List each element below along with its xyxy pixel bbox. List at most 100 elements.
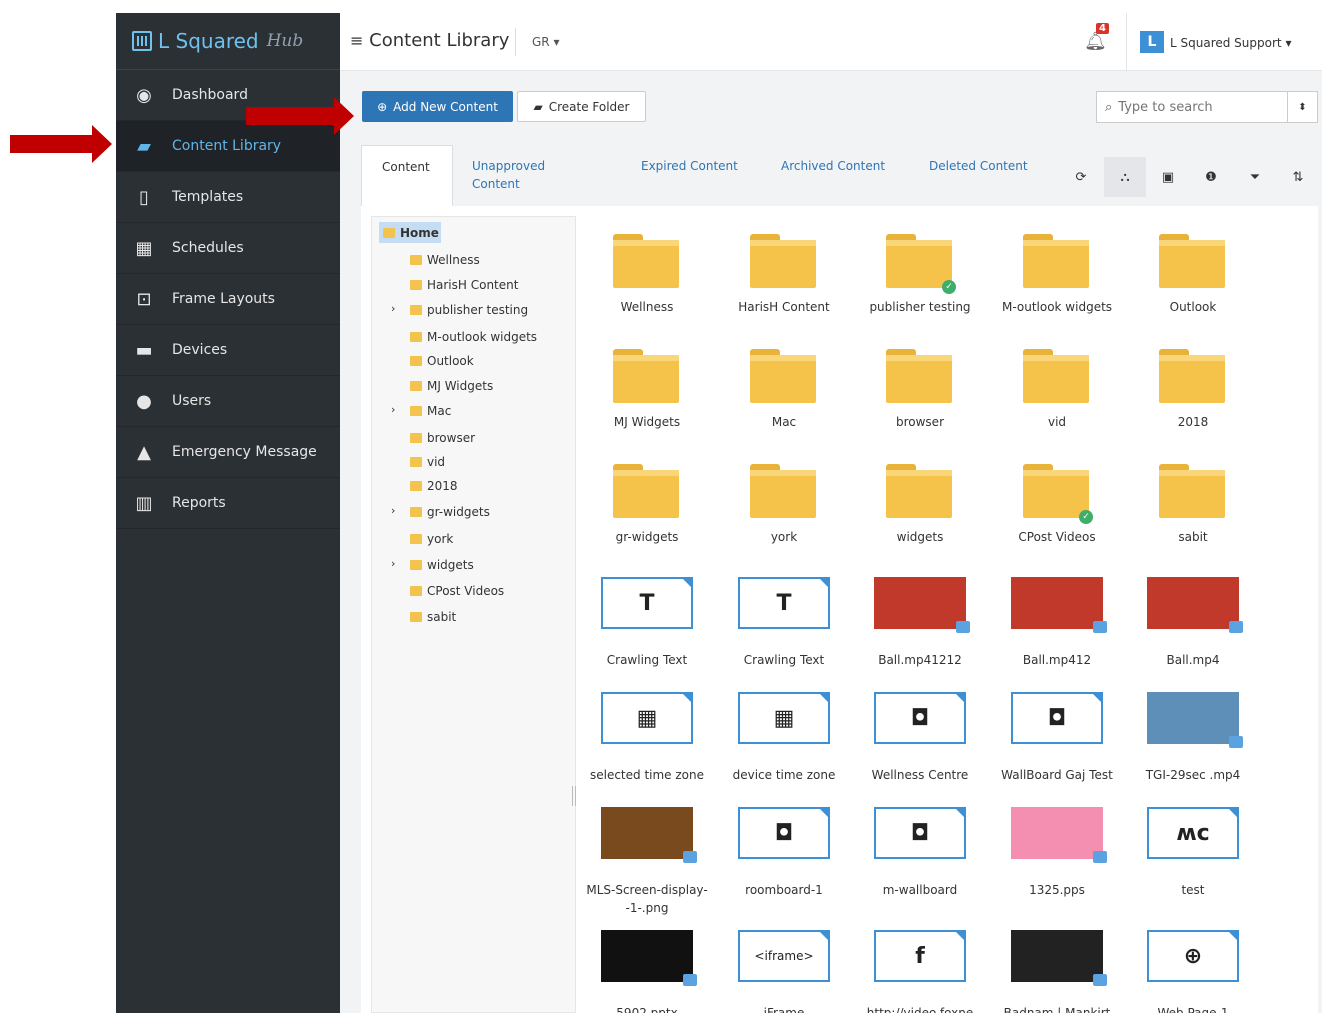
tree-item[interactable]: M-outlook widgets <box>410 328 537 346</box>
tree-item[interactable]: MJ Widgets <box>410 377 493 395</box>
folder-icon <box>410 560 422 570</box>
sort-icon[interactable]: ⇅ <box>1277 157 1319 197</box>
chevron-right-icon[interactable]: › <box>391 403 395 416</box>
folder-tile[interactable]: york <box>716 454 852 564</box>
sidebar-item-content-library[interactable]: ▰ Content Library <box>116 121 340 172</box>
content-tile[interactable]: MLS-Screen-display--1-.png <box>579 807 715 917</box>
image-icon[interactable]: ▣ <box>1147 157 1189 197</box>
folder-tile[interactable]: Mac <box>716 339 852 449</box>
widget-thumbnail: ◘ <box>1011 692 1103 744</box>
refresh-icon[interactable]: ⟳ <box>1060 157 1102 197</box>
folder-tile[interactable]: gr-widgets <box>579 454 715 564</box>
content-tile[interactable]: ▦ selected time zone <box>579 692 715 802</box>
info-icon[interactable]: ❶ <box>1190 157 1232 197</box>
folder-tile[interactable]: widgets <box>852 454 988 564</box>
tree-item[interactable]: HarisH Content <box>410 276 518 294</box>
sidebar-item-schedules[interactable]: ▦ Schedules <box>116 223 340 274</box>
sidebar-item-emergency-message[interactable]: ▲ Emergency Message <box>116 427 340 478</box>
content-tile[interactable]: Ball.mp4 <box>1125 577 1261 687</box>
folder-icon <box>410 507 422 517</box>
tree-item[interactable]: CPost Videos <box>410 582 504 600</box>
content-tile[interactable]: ◘ m-wallboard <box>852 807 988 917</box>
content-tile[interactable]: Ball.mp41212 <box>852 577 988 687</box>
folder-tile[interactable]: ✓ publisher testing <box>852 224 988 334</box>
tab-archived-content[interactable]: Archived Content <box>781 145 901 206</box>
search-box: ⌕ <box>1096 91 1288 123</box>
media-type-badge-icon <box>683 851 697 863</box>
tree-item[interactable]: widgets <box>410 556 474 574</box>
folder-tile[interactable]: sabit <box>1125 454 1261 564</box>
tree-item[interactable]: vid <box>410 453 445 471</box>
folder-tile[interactable]: browser <box>852 339 988 449</box>
sidebar-item-templates[interactable]: ▯ Templates <box>116 172 340 223</box>
search-input[interactable] <box>1118 99 1269 115</box>
folder-tile[interactable]: Outlook <box>1125 224 1261 334</box>
brand-logo-area[interactable]: L Squared Hub <box>116 13 340 70</box>
tab-content[interactable]: Content <box>361 145 453 206</box>
tree-item[interactable]: browser <box>410 429 475 447</box>
tab-deleted-content[interactable]: Deleted Content <box>929 145 1049 206</box>
user-menu[interactable]: L Squared Support ▾ <box>1170 36 1291 50</box>
folder-tile[interactable]: M-outlook widgets <box>989 224 1125 334</box>
folder-tile[interactable]: vid <box>989 339 1125 449</box>
tree-item[interactable]: york <box>410 530 453 548</box>
create-folder-button[interactable]: ▰ Create Folder <box>517 91 646 122</box>
tab-unapproved-content[interactable]: Unapproved Content <box>472 145 582 206</box>
chevron-right-icon[interactable]: › <box>391 504 395 517</box>
tile-label: HarisH Content <box>738 300 830 314</box>
content-tile[interactable]: 1325.pps <box>989 807 1125 917</box>
content-tile[interactable]: <iframe> iFrame <box>716 930 852 1013</box>
sidebar-item-label: Content Library <box>172 138 282 154</box>
filter-icon[interactable]: ⏷ <box>1234 157 1276 197</box>
widget-icon: ▦ <box>636 705 658 731</box>
content-tile[interactable]: f http://video.foxne <box>852 930 988 1013</box>
tab-expired-content[interactable]: Expired Content <box>641 145 761 206</box>
content-tile[interactable]: ◘ WallBoard Gaj Test <box>989 692 1125 802</box>
tree-item[interactable]: gr-widgets <box>410 503 490 521</box>
folder-tile[interactable]: Wellness <box>579 224 715 334</box>
content-tile[interactable]: ⊕ Web Page-1 <box>1125 930 1261 1013</box>
content-tile[interactable]: TGI-29sec .mp4 <box>1125 692 1261 802</box>
avatar[interactable]: L <box>1140 31 1164 53</box>
tree-root-home[interactable]: Home <box>379 222 441 243</box>
widget-icon: ◘ <box>774 820 794 846</box>
content-tile[interactable]: Ball.mp412 <box>989 577 1125 687</box>
media-thumbnail <box>1147 577 1243 633</box>
add-new-content-button[interactable]: ⊕ Add New Content <box>362 91 513 122</box>
bell-icon[interactable]: 🔔︎ <box>1084 31 1107 52</box>
content-tile[interactable]: 5902.pptx <box>579 930 715 1013</box>
page-title[interactable]: ≡ Content Library <box>350 30 509 51</box>
folder-tile[interactable]: HarisH Content <box>716 224 852 334</box>
tile-label: gr-widgets <box>615 530 679 544</box>
search-options-spinner[interactable]: ⬍ <box>1288 91 1318 123</box>
chevron-right-icon[interactable]: › <box>391 302 395 315</box>
content-tile[interactable]: Badnam | Mankirt <box>989 930 1125 1013</box>
tree-item[interactable]: Outlook <box>410 352 474 370</box>
sidebar-item-users[interactable]: ● Users <box>116 376 340 427</box>
tree-item[interactable]: Wellness <box>410 251 480 269</box>
sidebar-item-frame-layouts[interactable]: ⊡ Frame Layouts <box>116 274 340 325</box>
sidebar-item-devices[interactable]: ▬ Devices <box>116 325 340 376</box>
tree-item[interactable]: 2018 <box>410 477 458 495</box>
hamburger-icon[interactable]: ≡ <box>350 31 363 50</box>
panel-splitter[interactable] <box>572 786 576 806</box>
content-tile[interactable]: T Crawling Text <box>716 577 852 687</box>
sidebar-item-reports[interactable]: ▥ Reports <box>116 478 340 529</box>
tree-item[interactable]: publisher testing <box>410 301 528 319</box>
folder-tile[interactable]: ✓ CPost Videos <box>989 454 1125 564</box>
tree-item[interactable]: sabit <box>410 608 456 626</box>
content-tile[interactable]: ◘ Wellness Centre <box>852 692 988 802</box>
tile-label: MLS-Screen-display--1-.png <box>586 883 708 915</box>
tile-label: roomboard-1 <box>745 883 823 897</box>
sitemap-icon[interactable]: ⛬ <box>1104 157 1146 197</box>
folder-icon <box>1159 349 1225 403</box>
folder-tile[interactable]: MJ Widgets <box>579 339 715 449</box>
content-tile[interactable]: ▦ device time zone <box>716 692 852 802</box>
tree-item[interactable]: Mac <box>410 402 451 420</box>
content-tile[interactable]: ◘ roomboard-1 <box>716 807 852 917</box>
chevron-right-icon[interactable]: › <box>391 557 395 570</box>
group-dropdown[interactable]: GR ▾ <box>532 35 560 49</box>
content-tile[interactable]: T Crawling Text <box>579 577 715 687</box>
folder-tile[interactable]: 2018 <box>1125 339 1261 449</box>
content-tile[interactable]: ʍc test <box>1125 807 1261 917</box>
